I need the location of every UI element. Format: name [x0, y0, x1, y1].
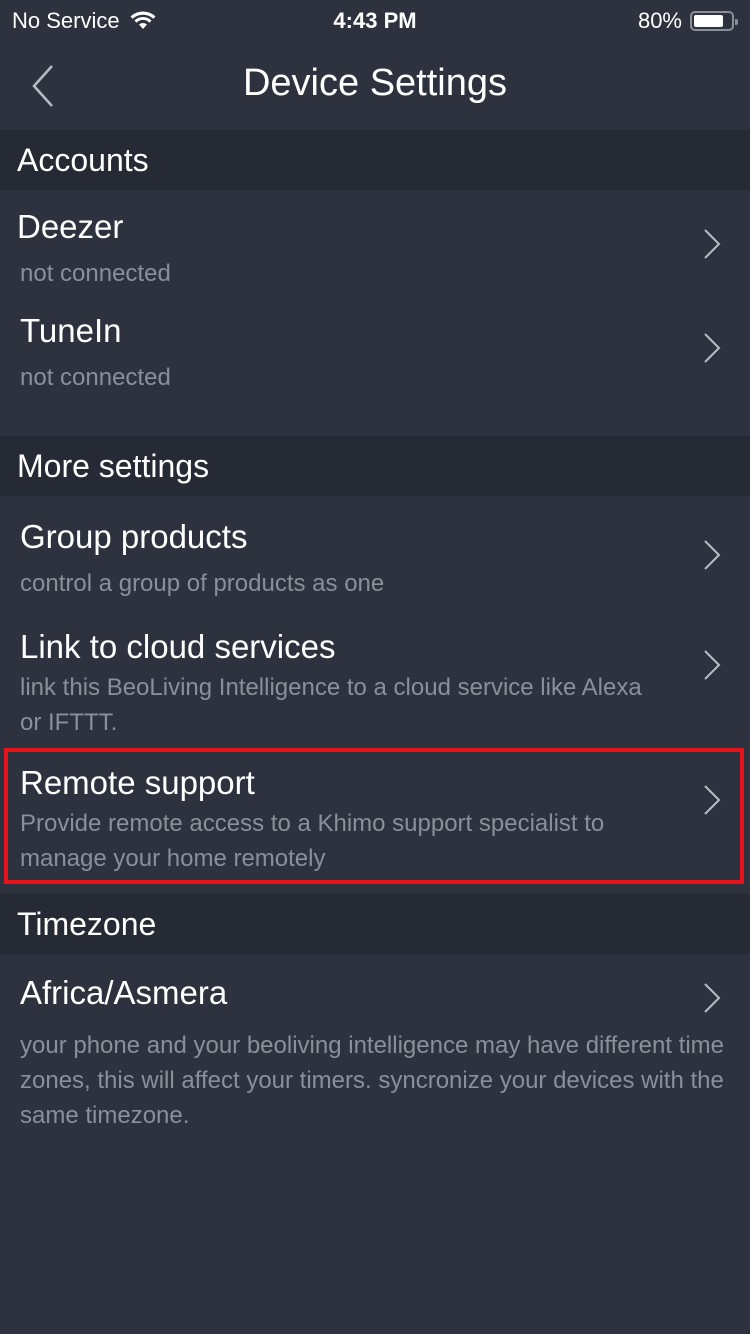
- item-subtitle: control a group of products as one: [20, 570, 385, 597]
- list-item-deezer[interactable]: Deezer not connected: [0, 190, 750, 294]
- battery-tip: [735, 19, 738, 25]
- battery-icon: [690, 11, 738, 31]
- chevron-right-icon: [704, 333, 721, 363]
- list-item-tunein[interactable]: TuneIn not connected: [0, 294, 750, 404]
- section-header-timezone: Timezone: [0, 894, 750, 954]
- item-title: TuneIn: [20, 312, 122, 349]
- chevron-right-icon: [704, 229, 721, 259]
- chevron-right-icon: [704, 785, 721, 815]
- item-title: Africa/Asmera: [20, 974, 228, 1011]
- battery-percent: 80%: [637, 8, 682, 33]
- battery-fill: [694, 15, 723, 27]
- chevron-right-icon: [704, 983, 721, 1013]
- chevron-right-icon: [704, 540, 721, 570]
- page-title: Device Settings: [242, 62, 507, 104]
- list-item-timezone[interactable]: Africa/Asmera your phone and your beoliv…: [0, 954, 750, 1144]
- item-title: Deezer: [17, 208, 124, 245]
- item-title: Group products: [20, 518, 248, 555]
- section-header-accounts: Accounts: [0, 130, 750, 190]
- list-item-link-cloud-services[interactable]: Link to cloud services link this BeoLivi…: [0, 606, 750, 746]
- item-subtitle: Provide remote access to a Khimo support…: [20, 810, 605, 872]
- navigation-bar: Device Settings: [0, 40, 750, 130]
- item-subtitle: link this BeoLiving Intelligence to a cl…: [20, 674, 642, 736]
- item-subtitle: not connected: [20, 364, 171, 391]
- section-header-more-settings: More settings: [0, 436, 750, 496]
- list-item-remote-support[interactable]: Remote support Provide remote access to …: [0, 746, 750, 892]
- status-bar: No Service 4:43 PM 80%: [0, 0, 750, 40]
- item-title: Remote support: [20, 764, 255, 801]
- chevron-right-icon: [704, 650, 721, 680]
- list-item-group-products[interactable]: Group products control a group of produc…: [0, 496, 750, 606]
- item-title: Link to cloud services: [20, 628, 336, 665]
- item-subtitle: your phone and your beoliving intelligen…: [20, 1032, 724, 1129]
- item-subtitle: not connected: [20, 260, 171, 287]
